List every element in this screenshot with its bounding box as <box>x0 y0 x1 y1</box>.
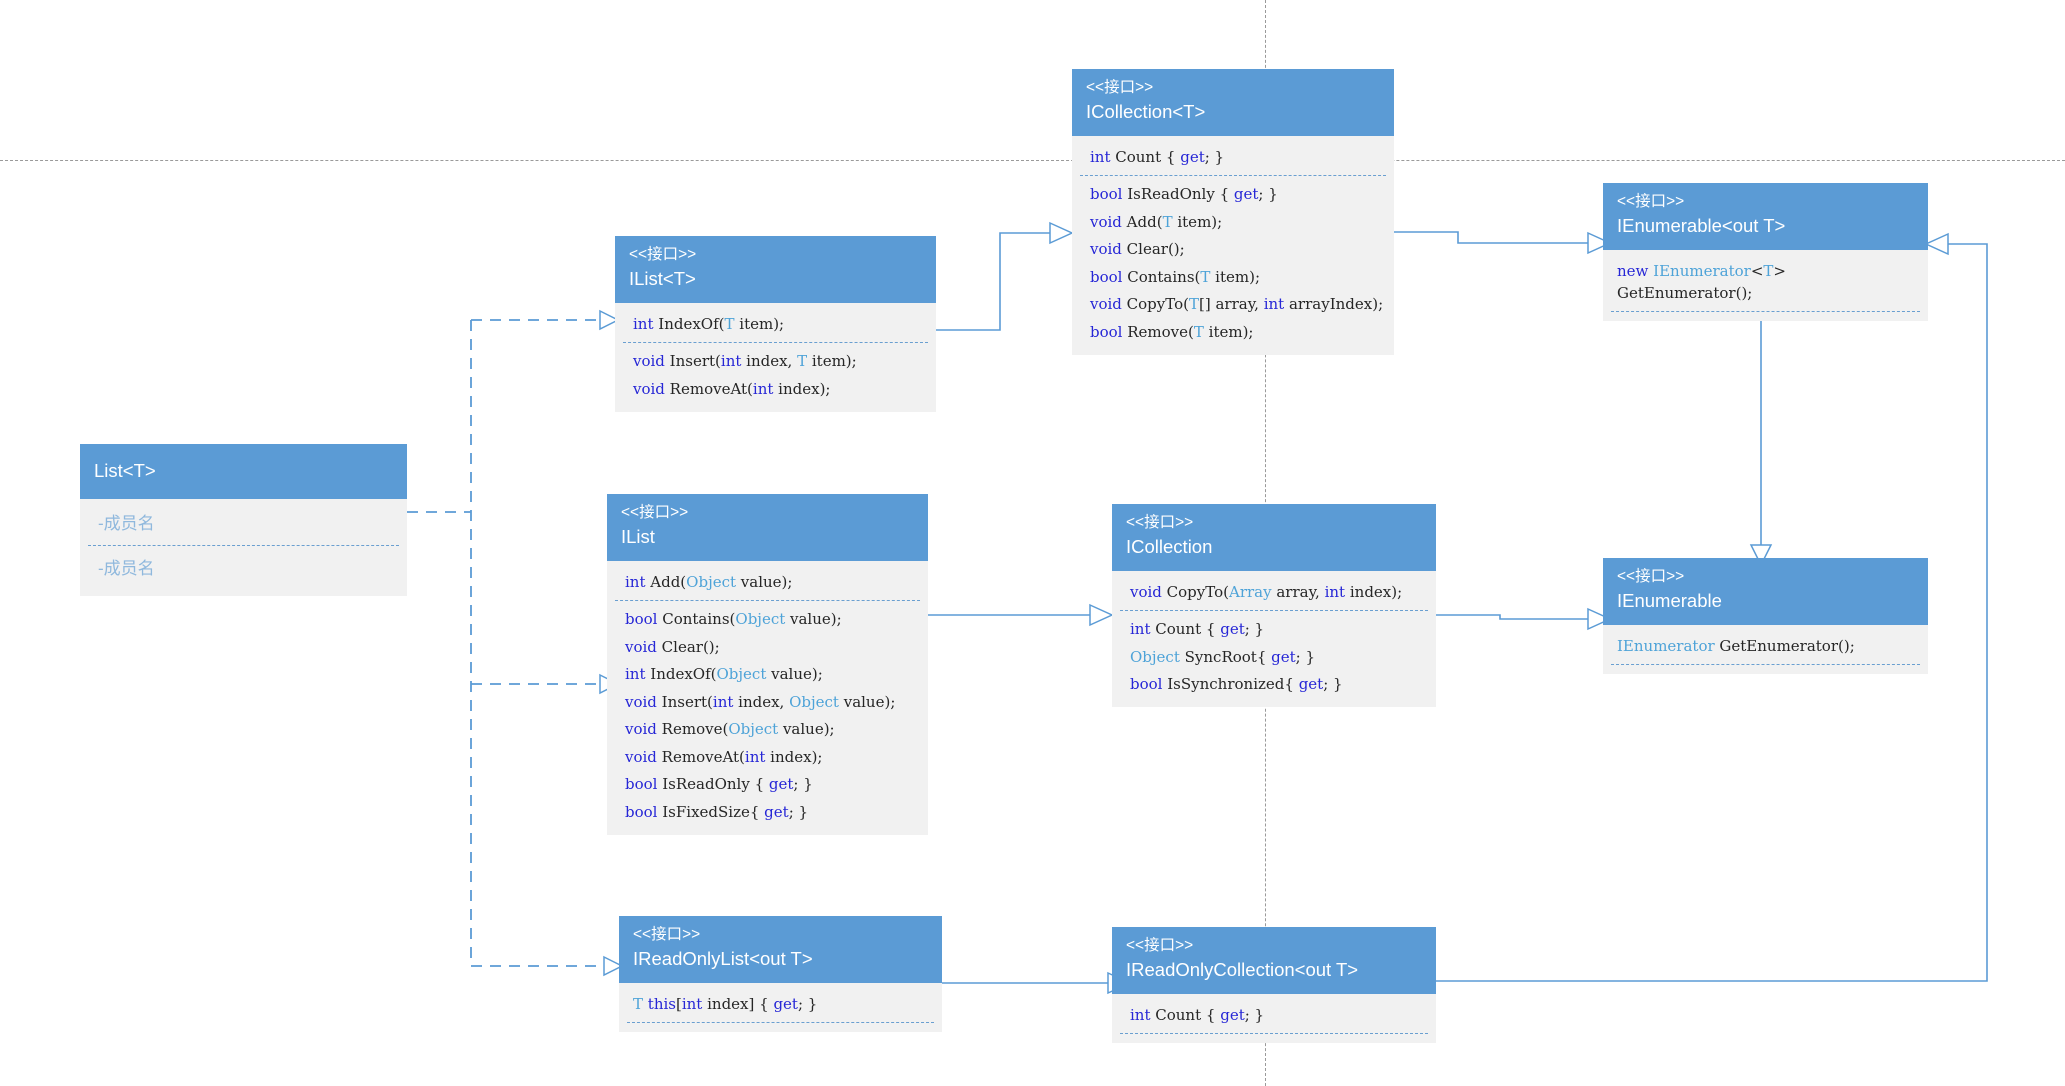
class-box-list-t[interactable]: List<T> -成员名 -成员名 <box>80 444 407 596</box>
class-box-ilist[interactable]: <<接口>> IList int Add(Object value); bool… <box>607 494 928 835</box>
class-title-list-t: List<T> <box>94 460 156 481</box>
member-row: int Add(Object value); <box>625 572 793 591</box>
edge-ilist-t-to-icollection-t <box>936 232 1050 331</box>
stereotype-label: <<接口>> <box>633 926 701 943</box>
member-row: void CopyTo(T[] array, int arrayIndex); <box>1090 295 1384 314</box>
member-row: Object SyncRoot{ get; } <box>1130 647 1316 666</box>
class-box-ireadonlylist-t[interactable]: <<接口>> IReadOnlyList<out T> T this[int i… <box>619 916 942 1032</box>
stereotype-label: <<接口>> <box>629 246 697 263</box>
class-header-ireadonlylist-t: <<接口>> IReadOnlyList<out T> <box>619 916 942 984</box>
class-title-ienumerable: IEnumerable <box>1617 590 1722 612</box>
member-row: IEnumerator GetEnumerator(); <box>1617 636 1855 655</box>
class-box-ienumerable[interactable]: <<接口>> IEnumerable IEnumerator GetEnumer… <box>1603 558 1928 674</box>
class-title-ienumerable-t: IEnumerable<out T> <box>1617 215 1786 237</box>
class-body-list-t: -成员名 -成员名 <box>80 498 407 596</box>
member-separator <box>1611 311 1920 313</box>
class-header-ienumerable: <<接口>> IEnumerable <box>1603 558 1928 626</box>
class-box-ienumerable-t[interactable]: <<接口>> IEnumerable<out T> new IEnumerato… <box>1603 183 1928 322</box>
member-row: int Count { get; } <box>1130 620 1265 639</box>
member-row: void Clear(); <box>625 637 720 656</box>
member-row: bool IsReadOnly { get; } <box>625 775 813 794</box>
member-separator <box>1080 174 1386 176</box>
member-row: void RemoveAt(int index); <box>633 379 831 398</box>
member-row: -成员名 <box>98 513 155 533</box>
class-body-ienumerable: IEnumerator GetEnumerator(); <box>1603 625 1928 674</box>
uml-diagram-canvas: List<T> -成员名 -成员名 <<接口>> IList<T> int In… <box>0 0 2065 1086</box>
class-header-ienumerable-t: <<接口>> IEnumerable<out T> <box>1603 183 1928 251</box>
stereotype-label: <<接口>> <box>1126 514 1194 531</box>
member-row: void Add(T item); <box>1090 212 1223 231</box>
class-title-icollection: ICollection <box>1126 536 1213 558</box>
class-box-ireadonlycollection-t[interactable]: <<接口>> IReadOnlyCollection<out T> int Co… <box>1112 927 1436 1043</box>
class-body-ienumerable-t: new IEnumerator<T> GetEnumerator(); <box>1603 250 1928 322</box>
member-row: bool IsReadOnly { get; } <box>1090 185 1278 204</box>
class-body-icollection-t: int Count { get; } bool IsReadOnly { get… <box>1072 136 1394 355</box>
member-row: void Insert(int index, Object value); <box>625 692 896 711</box>
member-row: new IEnumerator<T> GetEnumerator(); <box>1617 261 1786 303</box>
member-row: bool IsSynchronized{ get; } <box>1130 675 1343 694</box>
stereotype-label: <<接口>> <box>621 504 689 521</box>
member-row: int Count { get; } <box>1090 147 1225 166</box>
class-box-icollection-t[interactable]: <<接口>> ICollection<T> int Count { get; }… <box>1072 69 1394 355</box>
class-header-icollection: <<接口>> ICollection <box>1112 504 1436 572</box>
stereotype-label: <<接口>> <box>1086 79 1154 96</box>
member-separator <box>1120 1032 1428 1034</box>
member-separator <box>1120 609 1428 611</box>
member-row: bool IsFixedSize{ get; } <box>625 802 809 821</box>
arrowhead-icollection <box>1089 603 1114 627</box>
class-header-icollection-t: <<接口>> ICollection<T> <box>1072 69 1394 137</box>
stereotype-label: <<接口>> <box>1126 937 1194 954</box>
edge-icollection-t-to-ienumerable-t <box>1394 231 1588 244</box>
class-body-ilist-t: int IndexOf(T item); void Insert(int ind… <box>615 303 936 412</box>
class-header-list-t: List<T> <box>80 444 407 499</box>
member-separator <box>1611 663 1920 665</box>
member-row: bool Contains(T item); <box>1090 267 1261 286</box>
class-title-ilist-t: IList<T> <box>629 268 696 290</box>
arrowhead-icollection-t <box>1049 221 1074 245</box>
class-title-ireadonlylist-t: IReadOnlyList<out T> <box>633 948 813 970</box>
member-row: bool Contains(Object value); <box>625 610 842 629</box>
class-body-ilist: int Add(Object value); bool Contains(Obj… <box>607 561 928 835</box>
member-row: int IndexOf(T item); <box>633 314 785 333</box>
member-row: void CopyTo(Array array, int index); <box>1130 582 1403 601</box>
member-row: int IndexOf(Object value); <box>625 665 823 684</box>
class-header-ilist: <<接口>> IList <box>607 494 928 562</box>
class-title-ilist: IList <box>621 526 655 548</box>
member-row: void Remove(Object value); <box>625 720 835 739</box>
member-row: T this[int index] { get; } <box>633 994 818 1013</box>
member-row: bool Remove(T item); <box>1090 322 1254 341</box>
member-separator <box>627 1021 934 1023</box>
member-separator <box>615 599 920 601</box>
class-body-icollection: void CopyTo(Array array, int index); int… <box>1112 571 1436 708</box>
member-row: -成员名 <box>98 559 155 579</box>
class-body-ireadonlycollection-t: int Count { get; } <box>1112 994 1436 1043</box>
member-row: void Clear(); <box>1090 240 1185 259</box>
class-header-ireadonlycollection-t: <<接口>> IReadOnlyCollection<out T> <box>1112 927 1436 995</box>
class-header-ilist-t: <<接口>> IList<T> <box>615 236 936 304</box>
stereotype-label: <<接口>> <box>1617 193 1685 210</box>
member-separator <box>623 341 928 343</box>
edge-icollection-to-ienumerable <box>1436 614 1588 620</box>
stereotype-label: <<接口>> <box>1617 568 1685 585</box>
member-row: int Count { get; } <box>1130 1005 1265 1024</box>
class-box-icollection[interactable]: <<接口>> ICollection void CopyTo(Array arr… <box>1112 504 1436 708</box>
member-row: void Insert(int index, T item); <box>633 352 857 371</box>
member-separator <box>88 545 399 547</box>
class-title-ireadonlycollection-t: IReadOnlyCollection<out T> <box>1126 959 1359 981</box>
member-row: void RemoveAt(int index); <box>625 747 823 766</box>
arrowhead-ienumerable-t-right <box>1924 232 1949 256</box>
class-title-icollection-t: ICollection<T> <box>1086 101 1206 123</box>
class-body-ireadonlylist-t: T this[int index] { get; } <box>619 983 942 1032</box>
class-box-ilist-t[interactable]: <<接口>> IList<T> int IndexOf(T item); voi… <box>615 236 936 412</box>
